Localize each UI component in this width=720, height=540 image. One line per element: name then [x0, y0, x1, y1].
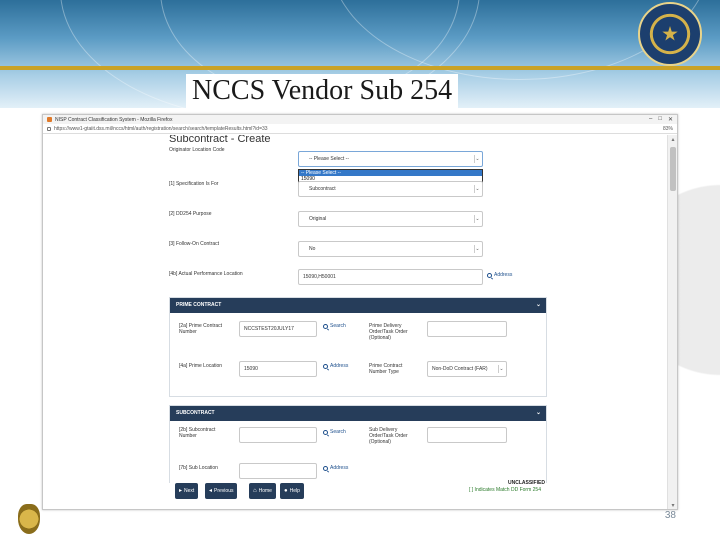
address-link[interactable]: Address [323, 363, 348, 369]
prime-location-input[interactable]: 15090 [239, 361, 317, 377]
prime-contract-panel: PRIME CONTRACT ⌄ [169, 297, 547, 397]
prime-contract-number-label: [2a] Prime Contract Number [179, 323, 223, 335]
maximize-icon[interactable]: □ [658, 116, 662, 123]
subcontract-header[interactable]: SUBCONTRACT ⌄ [170, 406, 546, 421]
header-divider [0, 66, 720, 70]
actual-performance-input[interactable]: 15090,H50001 [298, 269, 483, 285]
subcontract-number-input[interactable] [239, 427, 317, 443]
address-link-label: Address [330, 465, 349, 471]
chevron-down-icon: ⌄ [474, 155, 480, 163]
agency-seal-icon [638, 2, 702, 66]
sub-location-input[interactable] [239, 463, 317, 479]
chevron-down-icon: ⌄ [474, 215, 480, 223]
specification-for-label: [1] Specification Is For [169, 181, 219, 187]
scroll-up-icon[interactable]: ▴ [669, 136, 677, 144]
previous-button-label: Previous [214, 488, 234, 494]
lock-icon [47, 126, 51, 131]
search-icon [323, 429, 328, 435]
prime-contract-title: PRIME CONTRACT [176, 302, 222, 308]
prime-contract-type-value: Non-DoD Contract (FAR) [432, 366, 488, 372]
help-icon: ● [284, 488, 288, 494]
prime-contract-type-label: Prime Contract Number Type [369, 363, 403, 375]
form-footer: ▸ Next ◂ Previous ⌂ Home ● Help UNCLASSI… [43, 480, 669, 509]
specification-for-select[interactable]: Subcontract ⌄ [298, 181, 483, 197]
search-link-label: Search [330, 429, 346, 435]
page-heading: Subcontract - Create [169, 135, 271, 145]
firefox-icon [47, 117, 52, 122]
classification-banner: UNCLASSIFIED [508, 480, 545, 486]
prime-contract-header[interactable]: PRIME CONTRACT ⌄ [170, 298, 546, 313]
prime-contract-type-select[interactable]: Non-DoD Contract (FAR) ⌄ [427, 361, 507, 377]
follow-on-select[interactable]: No ⌄ [298, 241, 483, 257]
dd254-match-note: [ ] Indicates Match DD Form 254 [469, 487, 541, 493]
window-title: NISP Contract Classification System - Mo… [55, 116, 173, 123]
chevron-down-icon[interactable]: ⌄ [536, 298, 541, 313]
sub-location-label: [7b] Sub Location [179, 465, 218, 471]
prime-location-label: [4a] Prime Location [179, 363, 223, 369]
slide-title: NCCS Vendor Sub 254 [186, 74, 459, 108]
scroll-thumb[interactable] [670, 147, 676, 191]
search-link-label: Search [330, 323, 346, 329]
subcontract-panel: SUBCONTRACT ⌄ [169, 405, 547, 485]
previous-arrow-icon: ◂ [209, 488, 213, 494]
address-link-label: Address [494, 272, 513, 278]
chevron-down-icon: ⌄ [474, 245, 480, 253]
specification-for-value: Subcontract [309, 186, 336, 192]
originator-location-select[interactable]: -- Please Select -- ⌄ [298, 151, 483, 167]
help-button[interactable]: ● Help [280, 483, 304, 499]
follow-on-label: [3] Follow-On Contract [169, 241, 220, 247]
home-button[interactable]: ⌂ Home [249, 483, 276, 499]
close-icon[interactable]: ✕ [668, 116, 673, 123]
dd254-purpose-select[interactable]: Original ⌄ [298, 211, 483, 227]
chevron-down-icon: ⌄ [474, 185, 480, 193]
subcontract-number-label: [2b] Subcontract Number [179, 427, 216, 439]
next-arrow-icon: ▸ [179, 488, 183, 494]
search-link[interactable]: Search [323, 429, 346, 435]
originator-location-label: Originator Location Code [169, 147, 225, 153]
originator-location-value: -- Please Select -- [309, 156, 350, 162]
search-icon [323, 323, 328, 329]
watermark-seal [674, 130, 720, 430]
home-icon: ⌂ [253, 488, 257, 494]
search-icon [323, 363, 328, 369]
address-link[interactable]: Address [323, 465, 348, 471]
address-link[interactable]: Address [487, 272, 512, 278]
chevron-down-icon: ⌄ [498, 365, 504, 373]
address-link-label: Address [330, 363, 349, 369]
prime-delivery-order-input[interactable] [427, 321, 507, 337]
vertical-scrollbar[interactable]: ▴ ▾ [667, 135, 677, 509]
badge-icon [18, 504, 40, 534]
search-icon [323, 465, 328, 471]
minimize-icon[interactable]: – [649, 116, 652, 123]
address-bar[interactable]: https://www1-gtaiit.dss.mil/nccs/html/au… [43, 124, 677, 134]
help-button-label: Help [289, 488, 300, 494]
previous-button[interactable]: ◂ Previous [205, 483, 238, 499]
dd254-purpose-label: [2] DD254 Purpose [169, 211, 212, 217]
next-button[interactable]: ▸ Next [175, 483, 199, 499]
window-titlebar: NISP Contract Classification System - Mo… [43, 115, 677, 124]
page-number: 38 [664, 510, 676, 521]
actual-performance-label: [4b] Actual Performance Location [169, 271, 243, 277]
sub-delivery-order-label: Sub Delivery Order/Task Order (Optional) [369, 427, 408, 445]
scroll-down-icon[interactable]: ▾ [669, 502, 677, 509]
sub-delivery-order-input[interactable] [427, 427, 507, 443]
search-link[interactable]: Search [323, 323, 346, 329]
url-text[interactable]: https://www1-gtaiit.dss.mil/nccs/html/au… [54, 126, 663, 132]
chevron-down-icon[interactable]: ⌄ [536, 406, 541, 421]
page-content: Subcontract - Create Originator Location… [43, 135, 669, 509]
zoom-level[interactable]: 83% [663, 126, 673, 132]
dd254-purpose-value: Original [309, 216, 327, 222]
subcontract-title: SUBCONTRACT [176, 410, 215, 416]
browser-window: NISP Contract Classification System - Mo… [42, 114, 678, 510]
search-icon [487, 272, 492, 278]
prime-contract-number-input[interactable]: NCCSTEST20JULY17 [239, 321, 317, 337]
home-button-label: Home [258, 488, 272, 494]
next-button-label: Next [184, 488, 195, 494]
follow-on-value: No [309, 246, 316, 252]
prime-delivery-order-label: Prime Delivery Order/Task Order (Optiona… [369, 323, 408, 341]
